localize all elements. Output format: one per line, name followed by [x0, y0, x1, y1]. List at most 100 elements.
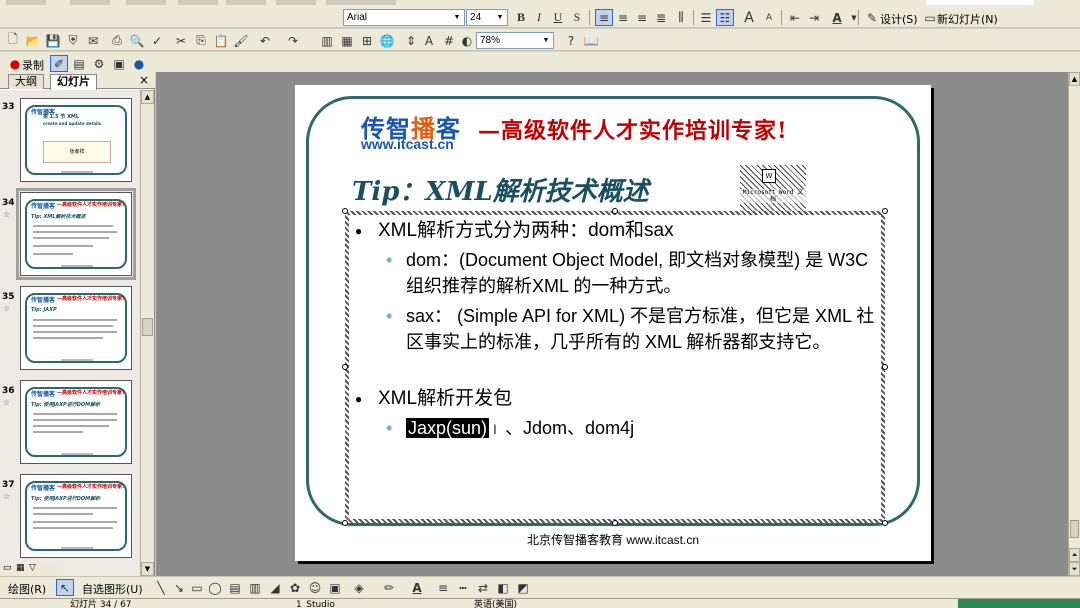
copy-icon[interactable]: ⎘	[192, 32, 210, 49]
slide-thumbnail-35[interactable]: 传智播客 —高级软件人才实作培训专家! Tip: JAXP	[20, 286, 132, 370]
dropdown-arrow-icon[interactable]: ▼	[451, 11, 463, 24]
3d-style-icon[interactable]: ◩	[514, 579, 532, 596]
expand-all-icon[interactable]: ⇕	[402, 32, 420, 49]
line-icon[interactable]: ╲	[152, 579, 170, 596]
help-icon[interactable]: ●	[130, 55, 148, 72]
menu-item[interactable]	[70, 0, 110, 5]
spelling-icon[interactable]: ✓	[148, 32, 166, 49]
resize-handle[interactable]	[342, 208, 348, 214]
justify-icon[interactable]: ≣	[652, 9, 670, 26]
select-pointer-icon[interactable]: ↖	[56, 579, 74, 596]
grow-font-icon[interactable]: A	[740, 9, 758, 26]
menu-item[interactable]	[178, 0, 218, 5]
canvas-scrollbar[interactable]: ▲ ⏶ ⏷	[1068, 72, 1080, 576]
print-preview-icon[interactable]: 🔍	[128, 32, 146, 49]
properties-icon[interactable]: ▤	[70, 55, 88, 72]
dropdown-arrow-icon[interactable]: ▼	[494, 11, 506, 24]
design-icon[interactable]: ✎	[863, 9, 881, 26]
align-left-icon[interactable]: ≡	[595, 9, 613, 26]
align-center-icon[interactable]: ≡	[614, 9, 632, 26]
new-slide-button[interactable]: 新幻灯片(N)	[937, 11, 998, 27]
help-icon[interactable]: ?	[562, 32, 580, 49]
scrollbar-thumb[interactable]	[1070, 520, 1079, 538]
help-search-box[interactable]	[926, 0, 1034, 5]
slide-sorter-icon[interactable]: ▦	[16, 563, 25, 573]
autoshapes-button[interactable]: 自选图形(U)	[82, 581, 143, 597]
dropdown-arrow-icon[interactable]: ▼	[845, 9, 863, 26]
dash-style-icon[interactable]: ┅	[454, 579, 472, 596]
draw-menu-button[interactable]: 绘图(R)	[8, 581, 46, 597]
show-formatting-icon[interactable]: A	[420, 32, 438, 49]
format-painter-icon[interactable]: 🖌	[232, 32, 250, 49]
slideshow-icon[interactable]: ▽	[29, 563, 36, 573]
bullet-list[interactable]: XML解析方式分为两种：dom和sax dom：(Document Object…	[355, 217, 875, 446]
control-toolbox-icon[interactable]: ▣	[110, 55, 128, 72]
shrink-font-icon[interactable]: A	[760, 9, 778, 26]
oval-icon[interactable]: ◯	[206, 579, 224, 596]
resize-handle[interactable]	[342, 364, 348, 370]
rectangle-icon[interactable]: ▭	[188, 579, 206, 596]
resize-handle[interactable]	[882, 364, 888, 370]
shadow-button[interactable]: S	[568, 9, 586, 26]
decrease-indent-icon[interactable]: ⇤	[786, 9, 804, 26]
insert-chart-icon[interactable]: ▥	[318, 32, 336, 49]
arrow-icon[interactable]: ↘	[170, 579, 188, 596]
thumbnail-scrollbar[interactable]: ▲ ▼	[140, 90, 154, 576]
color-grayscale-icon[interactable]: ◐	[458, 32, 476, 49]
resize-handle[interactable]	[342, 520, 348, 526]
italic-button[interactable]: I	[530, 9, 548, 26]
tab-slides[interactable]: 幻灯片	[50, 74, 97, 90]
diagram-icon[interactable]: ✿	[286, 579, 304, 596]
paste-icon[interactable]: 📋	[212, 32, 230, 49]
menu-item[interactable]	[326, 0, 396, 5]
dropdown-arrow-icon[interactable]: ▼	[540, 34, 552, 47]
slide-thumbnail-33[interactable]: 传智播客 第 1.5 节 XML create and update detai…	[20, 98, 132, 182]
resize-handle[interactable]	[882, 208, 888, 214]
open-folder-icon[interactable]: 📂	[24, 32, 42, 49]
font-size-combo[interactable]: 24 ▼	[466, 9, 508, 26]
resize-handle[interactable]	[612, 520, 618, 526]
slide-title[interactable]: Tip：XML解析技术概述	[352, 171, 649, 208]
line-style-icon[interactable]: ≡	[434, 579, 452, 596]
resize-handle[interactable]	[612, 208, 618, 214]
menu-item[interactable]	[6, 0, 46, 5]
research-icon[interactable]: 📖	[582, 32, 600, 49]
slide-thumbnail-36[interactable]: 传智播客 —高级软件人才实作培训专家! Tip: 使用JAXP进行DOM解析	[20, 380, 132, 464]
vertical-textbox-icon[interactable]: ▥	[246, 579, 264, 596]
previous-slide-icon[interactable]: ⏶	[1069, 548, 1080, 562]
scroll-up-icon[interactable]: ▲	[141, 90, 154, 104]
design-mode-icon[interactable]: ✐	[50, 55, 68, 72]
close-icon[interactable]: ×	[139, 73, 149, 87]
scrollbar-thumb[interactable]	[142, 318, 153, 336]
grid-icon[interactable]: #	[440, 32, 458, 49]
clipart-icon[interactable]: ☺	[306, 579, 324, 596]
insert-table-icon[interactable]: ▦	[338, 32, 356, 49]
cut-icon[interactable]: ✂	[172, 32, 190, 49]
next-slide-icon[interactable]: ⏷	[1069, 562, 1080, 576]
undo-icon[interactable]: ↶	[256, 32, 274, 49]
underline-button[interactable]: U	[549, 9, 567, 26]
hyperlink-icon[interactable]: 🌐	[378, 32, 396, 49]
align-right-icon[interactable]: ≡	[633, 9, 651, 26]
arrow-style-icon[interactable]: ⇄	[474, 579, 492, 596]
record-button[interactable]: 录制	[22, 57, 44, 73]
font-color-icon[interactable]: A	[408, 579, 426, 596]
line-color-icon[interactable]: ✏	[380, 579, 398, 596]
tables-borders-icon[interactable]: ⊞	[358, 32, 376, 49]
visual-basic-icon[interactable]: ⚙	[90, 55, 108, 72]
menu-item[interactable]	[126, 0, 166, 5]
menu-item[interactable]	[226, 0, 266, 5]
redo-icon[interactable]: ↷	[284, 32, 302, 49]
resize-handle[interactable]	[882, 520, 888, 526]
new-file-icon[interactable]: 🗋	[4, 32, 22, 49]
save-icon[interactable]: 💾	[44, 32, 62, 49]
textbox-icon[interactable]: ▤	[226, 579, 244, 596]
font-name-combo[interactable]: Arial ▼	[343, 9, 465, 26]
menu-item[interactable]	[276, 0, 316, 5]
scroll-up-icon[interactable]: ▲	[1069, 72, 1080, 86]
scroll-down-icon[interactable]: ▼	[141, 562, 154, 576]
permission-icon[interactable]: ⛨	[64, 32, 82, 49]
increase-indent-icon[interactable]: ⇥	[805, 9, 823, 26]
normal-view-icon[interactable]: ▭	[3, 563, 12, 573]
slide-thumbnail-34[interactable]: 传智播客 —高级软件人才实作培训专家! Tip: XML解析技术概述	[16, 188, 136, 280]
